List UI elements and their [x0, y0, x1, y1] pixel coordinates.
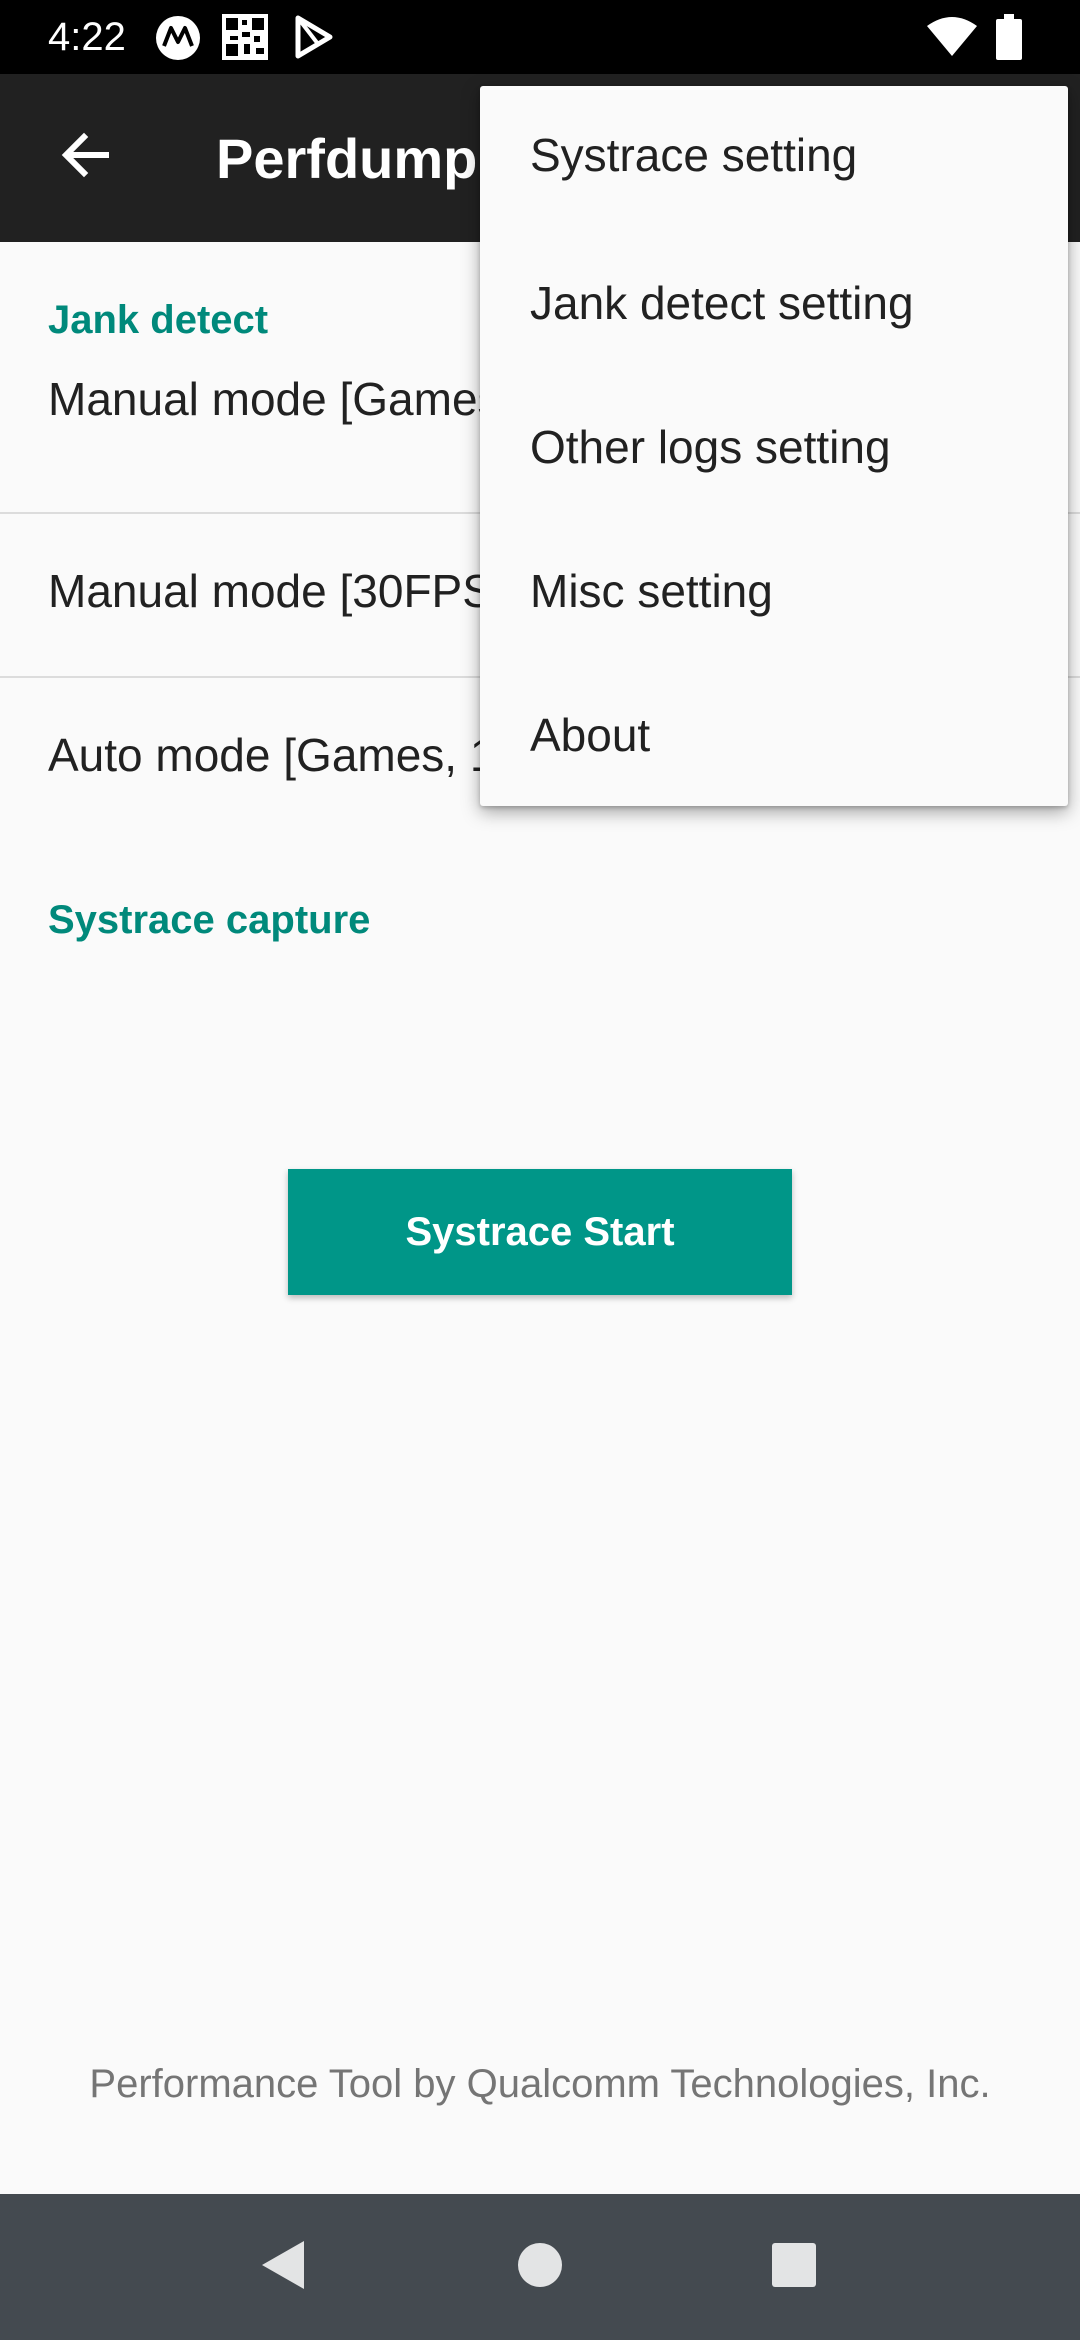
status-bar: 4:22	[0, 0, 1080, 74]
overflow-menu: Systrace setting Jank detect setting Oth…	[480, 86, 1068, 806]
arrow-back-icon	[58, 128, 112, 187]
menu-item-label: Misc setting	[530, 565, 773, 617]
nav-recents-icon	[770, 2241, 818, 2294]
menu-item-label: Other logs setting	[530, 421, 891, 473]
section-header-jank-detect: Jank detect	[48, 298, 269, 342]
nav-home-button[interactable]	[500, 2227, 580, 2307]
nav-back-icon	[256, 2237, 308, 2298]
menu-item-systrace-setting[interactable]: Systrace setting	[480, 86, 1068, 230]
wifi-icon	[926, 16, 978, 63]
menu-item-label: Jank detect setting	[530, 277, 914, 329]
menu-item-misc-setting[interactable]: Misc setting	[480, 518, 1068, 662]
qr-code-icon	[222, 14, 268, 65]
status-time: 4:22	[48, 15, 126, 59]
nav-home-icon	[516, 2241, 564, 2294]
section-header-systrace: Systrace capture	[48, 898, 371, 942]
menu-item-label: About	[530, 709, 651, 761]
motorola-icon	[154, 14, 202, 67]
nav-back-button[interactable]	[242, 2227, 322, 2307]
menu-item-jank-detect-setting[interactable]: Jank detect setting	[480, 230, 1068, 374]
menu-item-other-logs-setting[interactable]: Other logs setting	[480, 374, 1068, 518]
navigation-bar	[0, 2194, 1080, 2340]
page-title: Perfdump	[216, 127, 478, 190]
nav-recents-button[interactable]	[754, 2227, 834, 2307]
menu-item-about[interactable]: About	[480, 662, 1068, 806]
back-button[interactable]	[40, 112, 130, 202]
pref-title: Manual mode [30FPS]	[48, 565, 506, 617]
menu-item-label: Systrace setting	[530, 129, 858, 181]
systrace-start-button[interactable]: Systrace Start	[288, 1169, 792, 1295]
play-store-icon	[294, 14, 334, 65]
battery-icon	[996, 14, 1022, 65]
footer-credit: Performance Tool by Qualcomm Technologie…	[89, 2062, 991, 2106]
